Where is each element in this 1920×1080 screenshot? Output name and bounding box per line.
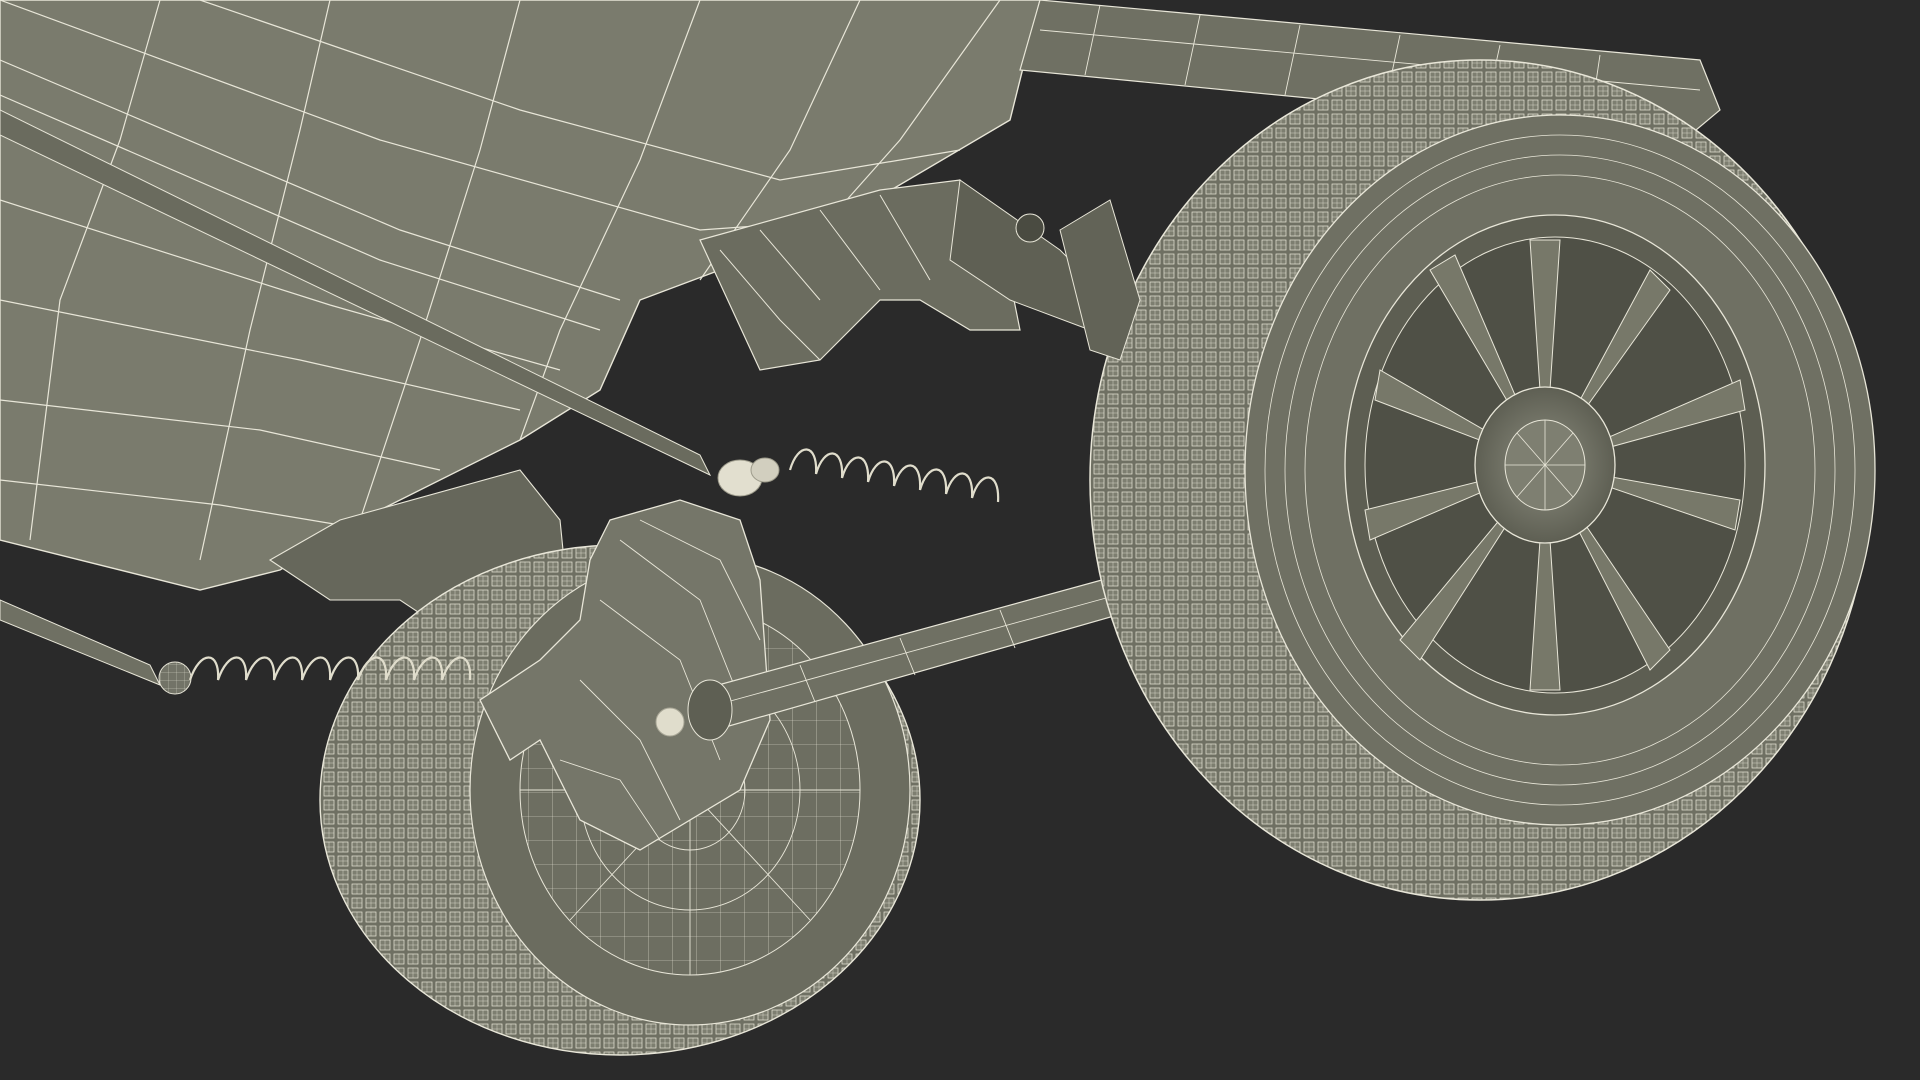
render-viewport [0,0,1920,1080]
rear-wheel [1089,59,1876,901]
wireframe-render [0,0,1920,1080]
